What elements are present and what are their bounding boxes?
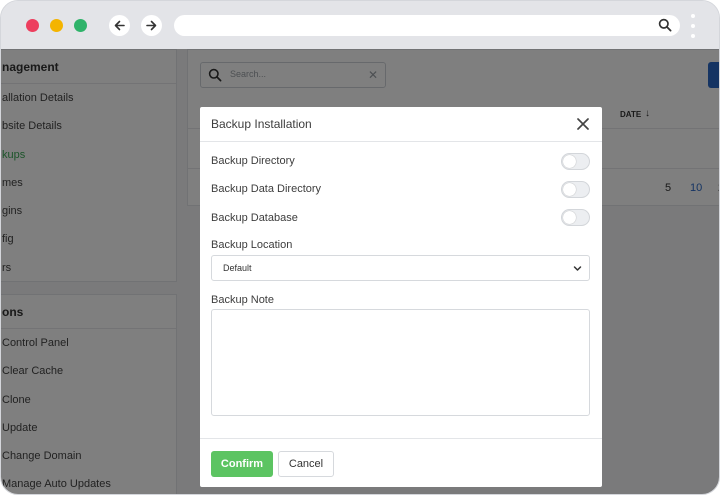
- toggle-knob: [563, 155, 576, 168]
- browser-window: nagement allation Details bsite Details …: [0, 0, 720, 495]
- toggle-knob: [563, 211, 576, 224]
- backup-data-directory-label: Backup Data Directory: [211, 183, 322, 195]
- chevron-down-icon: [573, 266, 582, 271]
- toggle-knob: [563, 183, 576, 196]
- browser-toolbar: [1, 1, 719, 49]
- backup-directory-label: Backup Directory: [211, 155, 295, 167]
- modal-footer: Confirm Cancel: [200, 438, 602, 487]
- arrow-left-icon: [114, 20, 125, 31]
- confirm-button[interactable]: Confirm: [211, 451, 273, 477]
- close-window-icon[interactable]: [26, 19, 39, 32]
- backup-installation-modal: Backup Installation Backup Directory Bac…: [200, 107, 602, 487]
- close-icon[interactable]: [576, 117, 590, 131]
- backup-data-directory-toggle[interactable]: [561, 181, 590, 198]
- back-button[interactable]: [109, 15, 130, 36]
- backup-note-label: Backup Note: [211, 294, 274, 306]
- modal-title: Backup Installation: [211, 117, 312, 131]
- more-options-icon[interactable]: [691, 14, 695, 38]
- search-icon[interactable]: [658, 18, 672, 32]
- address-bar[interactable]: [174, 15, 680, 36]
- backup-location-label: Backup Location: [211, 239, 293, 251]
- modal-header: Backup Installation: [200, 107, 602, 142]
- minimize-window-icon[interactable]: [50, 19, 63, 32]
- backup-location-select[interactable]: Default: [211, 255, 590, 281]
- backup-note-textarea[interactable]: [211, 309, 590, 416]
- backup-database-label: Backup Database: [211, 212, 298, 224]
- cancel-button[interactable]: Cancel: [278, 451, 334, 477]
- backup-directory-toggle[interactable]: [561, 153, 590, 170]
- maximize-window-icon[interactable]: [74, 19, 87, 32]
- arrow-right-icon: [146, 20, 157, 31]
- backup-database-toggle[interactable]: [561, 209, 590, 226]
- backup-location-value: Default: [223, 263, 252, 273]
- forward-button[interactable]: [141, 15, 162, 36]
